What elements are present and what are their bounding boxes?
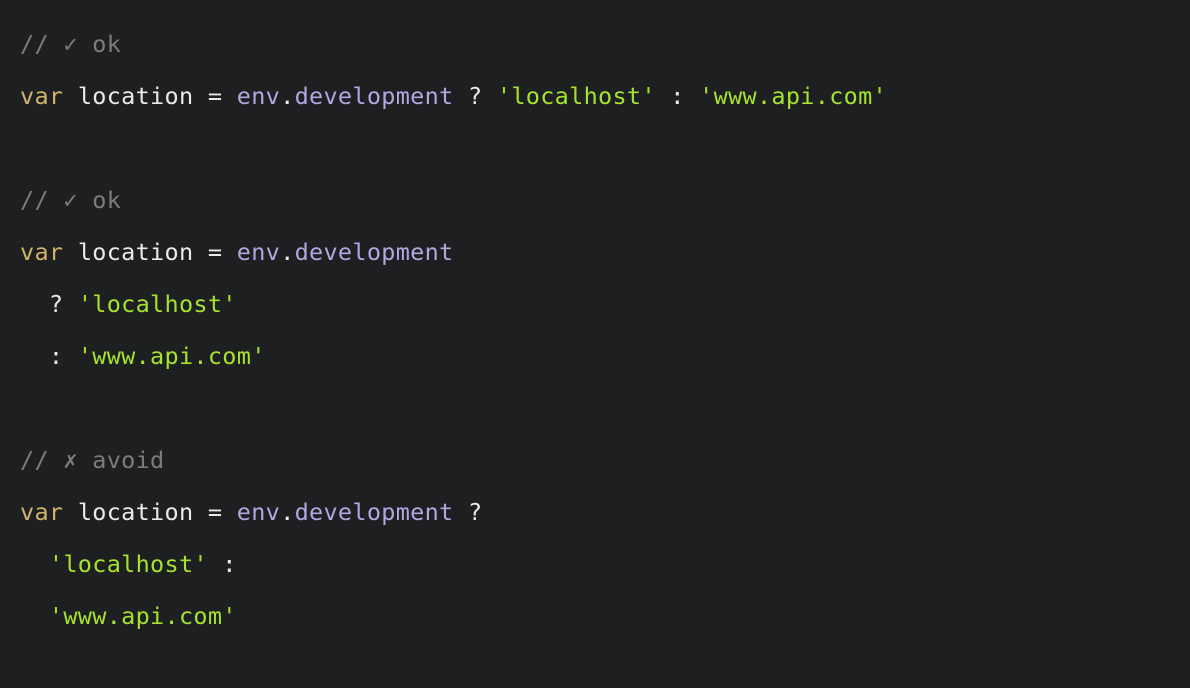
code-line: // ✓ ok — [20, 30, 121, 58]
operator-token: ? — [49, 290, 63, 318]
string-token: 'localhost' — [78, 290, 237, 318]
code-line: ? 'localhost' — [20, 290, 237, 318]
code-line: var location = env.development — [20, 238, 454, 266]
operator-token: . — [280, 238, 294, 266]
code-line: 'localhost' : — [20, 550, 237, 578]
keyword-token: var — [20, 238, 63, 266]
code-line: // ✗ avoid — [20, 446, 164, 474]
operator-token: = — [208, 498, 222, 526]
code-line: var location = env.development ? — [20, 498, 482, 526]
string-token: 'localhost' — [497, 82, 656, 110]
identifier-token: location — [78, 238, 194, 266]
whitespace — [63, 238, 77, 266]
whitespace — [20, 602, 49, 630]
string-token: 'www.api.com' — [49, 602, 237, 630]
operator-token: ? — [468, 498, 482, 526]
whitespace — [454, 498, 468, 526]
comment-token: // ✗ avoid — [20, 446, 164, 474]
whitespace — [208, 550, 222, 578]
operator-token: = — [208, 238, 222, 266]
operator-token: . — [280, 498, 294, 526]
operator-token: : — [222, 550, 236, 578]
string-token: 'www.api.com' — [699, 82, 887, 110]
whitespace — [656, 82, 670, 110]
identifier-token: location — [78, 82, 194, 110]
object-token: development — [295, 498, 454, 526]
operator-token: : — [49, 342, 63, 370]
code-line: var location = env.development ? 'localh… — [20, 82, 887, 110]
comment-token: // ✓ ok — [20, 30, 121, 58]
whitespace — [222, 82, 236, 110]
keyword-token: var — [20, 82, 63, 110]
operator-token: . — [280, 82, 294, 110]
string-token: 'localhost' — [49, 550, 208, 578]
object-token: env — [237, 498, 280, 526]
whitespace — [63, 290, 77, 318]
object-token: development — [295, 238, 454, 266]
whitespace — [63, 82, 77, 110]
whitespace — [193, 238, 207, 266]
identifier-token: location — [78, 498, 194, 526]
operator-token: ? — [468, 82, 482, 110]
code-line: : 'www.api.com' — [20, 342, 266, 370]
whitespace — [222, 238, 236, 266]
comment-token: // ✓ ok — [20, 186, 121, 214]
operator-token: : — [670, 82, 684, 110]
whitespace — [20, 550, 49, 578]
object-token: env — [237, 82, 280, 110]
whitespace — [193, 498, 207, 526]
whitespace — [454, 82, 468, 110]
whitespace — [685, 82, 699, 110]
whitespace — [63, 342, 77, 370]
whitespace — [20, 342, 49, 370]
whitespace — [193, 82, 207, 110]
whitespace — [63, 498, 77, 526]
whitespace — [222, 498, 236, 526]
code-line: // ✓ ok — [20, 186, 121, 214]
whitespace — [482, 82, 496, 110]
object-token: development — [295, 82, 454, 110]
operator-token: = — [208, 82, 222, 110]
keyword-token: var — [20, 498, 63, 526]
code-block: // ✓ ok var location = env.development ?… — [0, 0, 1190, 660]
string-token: 'www.api.com' — [78, 342, 266, 370]
code-line: 'www.api.com' — [20, 602, 237, 630]
whitespace — [20, 290, 49, 318]
object-token: env — [237, 238, 280, 266]
